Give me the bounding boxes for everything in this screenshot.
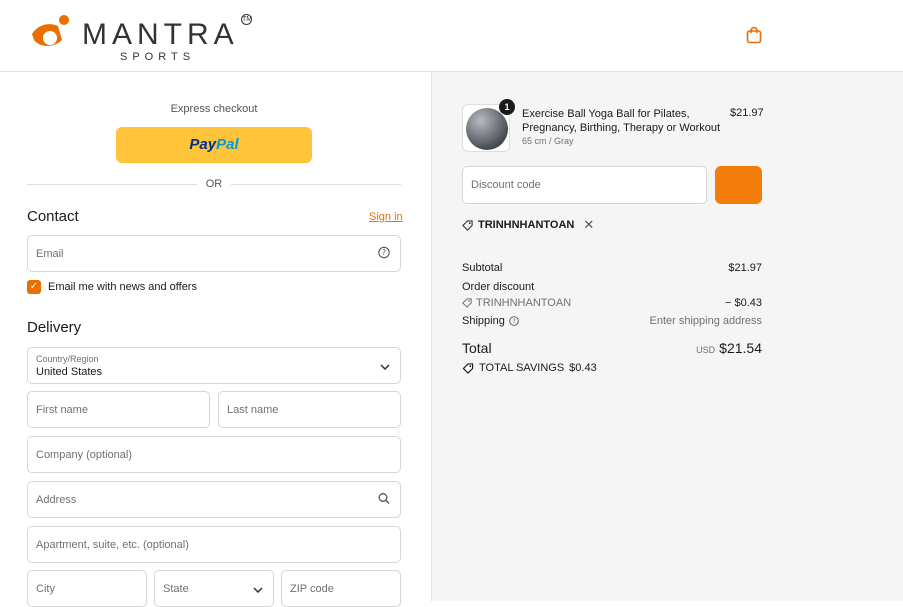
discount-placeholder: Discount code <box>471 179 541 191</box>
total-currency: USD <box>696 345 716 355</box>
chevron-down-icon <box>380 359 390 373</box>
shipping-value: Enter shipping address <box>649 315 762 327</box>
shipping-label: Shipping <box>462 315 505 327</box>
paypal-pal-text: Pal <box>216 136 239 153</box>
total-value: $21.54 <box>719 340 762 356</box>
checkmark-icon: ✓ <box>29 281 39 292</box>
first-name-placeholder: First name <box>36 403 88 416</box>
brand-subtitle: SPORTS <box>120 51 196 63</box>
sign-in-link[interactable]: Sign in <box>369 211 403 223</box>
tag-icon <box>462 362 474 374</box>
or-label: OR <box>197 178 231 190</box>
newsletter-label: Email me with news and offers <box>48 281 197 293</box>
state-placeholder: State <box>163 582 189 595</box>
address-field[interactable]: Address <box>27 481 401 518</box>
express-checkout-label: Express checkout <box>170 103 258 115</box>
country-select[interactable]: Country/Region United States <box>27 347 401 384</box>
company-placeholder: Company (optional) <box>36 448 132 461</box>
newsletter-checkbox[interactable]: ✓ <box>27 280 41 294</box>
subtotal-label: Subtotal <box>462 262 503 274</box>
total-label: Total <box>462 340 492 356</box>
mantra-logo-icon <box>32 15 69 46</box>
site-header: MANTRA TM SPORTS <box>0 0 903 72</box>
contact-heading: Contact <box>27 208 79 225</box>
subtotal-row: Subtotal $21.97 <box>462 262 762 274</box>
discount-code-input[interactable]: Discount code <box>462 166 707 204</box>
shopping-bag-icon[interactable] <box>746 26 762 44</box>
total-value-wrap: USD $21.54 <box>696 340 762 356</box>
paypal-pay-text: Pay <box>189 136 217 153</box>
zip-placeholder: ZIP code <box>290 582 334 595</box>
exercise-ball-image <box>466 108 508 150</box>
search-icon <box>378 492 390 507</box>
savings-label: TOTAL SAVINGS <box>479 362 565 374</box>
tag-icon <box>462 298 472 308</box>
country-label: Country/Region <box>36 354 99 364</box>
remove-discount-icon[interactable]: ✕ <box>583 217 594 233</box>
last-name-field[interactable]: Last name <box>218 391 401 428</box>
tag-icon <box>462 219 473 231</box>
shipping-row: Shipping ? Enter shipping address <box>462 315 762 327</box>
help-icon[interactable]: ? <box>509 316 519 326</box>
chevron-down-icon <box>253 582 263 596</box>
total-savings: TOTAL SAVINGS $0.43 <box>462 362 597 374</box>
svg-text:?: ? <box>512 318 515 325</box>
quantity-badge: 1 <box>499 99 515 115</box>
email-placeholder: Email <box>36 247 64 260</box>
applied-discount-chip: TRINHNHANTOAN ✕ <box>462 216 594 234</box>
trademark-mark: TM <box>241 14 253 25</box>
email-field[interactable]: Email ? <box>27 235 401 272</box>
delivery-heading: Delivery <box>27 319 82 336</box>
product-price: $21.97 <box>730 107 764 119</box>
discount-code-row: TRINHNHANTOAN − $0.43 <box>462 297 762 311</box>
address-placeholder: Address <box>36 493 77 506</box>
brand-logo[interactable]: MANTRA TM SPORTS <box>28 12 258 63</box>
applied-code-text: TRINHNHANTOAN <box>478 219 575 231</box>
zip-field[interactable]: ZIP code <box>281 570 401 607</box>
discount-value: − $0.43 <box>724 297 762 309</box>
last-name-placeholder: Last name <box>227 403 279 416</box>
help-icon[interactable]: ? <box>378 246 390 261</box>
subtotal-value: $21.97 <box>728 262 762 274</box>
city-field[interactable]: City <box>27 570 147 607</box>
company-field[interactable]: Company (optional) <box>27 436 401 473</box>
apartment-field[interactable]: Apartment, suite, etc. (optional) <box>27 526 401 563</box>
product-title: Exercise Ball Yoga Ball for Pilates, Pre… <box>522 108 721 134</box>
svg-text:?: ? <box>382 248 386 257</box>
country-value: United States <box>36 366 103 378</box>
savings-value: $0.43 <box>569 362 597 374</box>
city-placeholder: City <box>36 582 55 595</box>
discount-code-label: TRINHNHANTOAN <box>476 297 572 309</box>
paypal-button[interactable]: PayPal <box>116 127 312 163</box>
product-variant: 65 cm / Gray <box>522 136 574 146</box>
order-discount-label: Order discount <box>462 281 535 293</box>
apartment-placeholder: Apartment, suite, etc. (optional) <box>36 538 189 551</box>
first-name-field[interactable]: First name <box>27 391 210 428</box>
brand-name: MANTRA <box>82 18 239 51</box>
checkout-form: Express checkout PayPal OR Contact Sign … <box>0 72 432 607</box>
apply-discount-button[interactable] <box>715 166 762 204</box>
state-select[interactable]: State <box>154 570 274 607</box>
order-discount-row: Order discount <box>462 281 762 293</box>
order-summary: 1 Exercise Ball Yoga Ball for Pilates, P… <box>432 72 903 601</box>
